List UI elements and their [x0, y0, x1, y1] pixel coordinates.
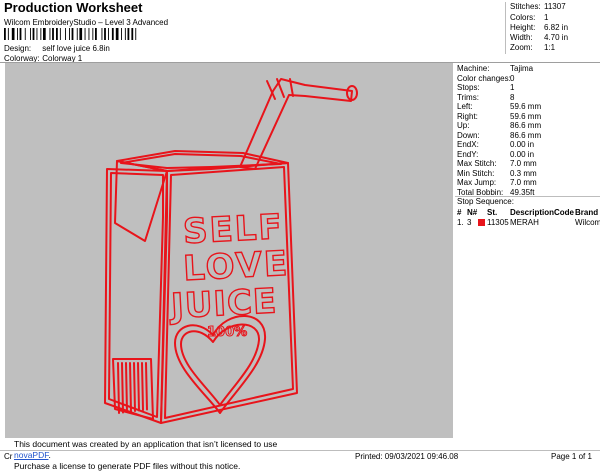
barcode-bar: [95, 28, 97, 40]
design-field: Design: self love juice 6.8in: [4, 44, 110, 53]
page-title: Production Worksheet: [4, 0, 143, 15]
barcode-bar: [124, 28, 126, 40]
stats-row: Colors: 1: [510, 13, 549, 22]
barcode-bar: [71, 28, 74, 40]
barcode-bar: [59, 28, 61, 40]
machine-info-row: EndY: 0.00 in: [457, 149, 535, 159]
barcode-bar: [30, 28, 31, 40]
side-barcode-line: [145, 362, 148, 411]
barcode-bar: [131, 28, 134, 40]
barcode-bar: [32, 28, 35, 40]
thread-color-swatch: [478, 219, 485, 226]
art-text-percent: 100%: [207, 325, 247, 340]
page-number: Page 1 of 1: [551, 452, 592, 461]
machine-info-row: Stops: 1: [457, 83, 515, 92]
side-barcode-line: [141, 362, 144, 411]
stats-row: Zoom: 1:1: [510, 43, 556, 52]
design-value: self love juice 6.8in: [42, 44, 110, 53]
barcode-bar: [65, 28, 66, 40]
side-barcode-line: [121, 362, 124, 414]
machine-info-row: Trims: 8: [457, 92, 515, 102]
design-preview: SELF LOVE JUICE 100%: [5, 63, 453, 438]
novapdf-link[interactable]: novaPDF: [14, 450, 49, 460]
footer-divider: [0, 450, 600, 451]
machine-info-row: Min Stitch: 0.3 mm: [457, 168, 537, 178]
barcode-bar: [121, 28, 122, 40]
barcode-bar: [24, 28, 26, 40]
stats-row: Width: 4.70 in: [510, 33, 569, 42]
barcode-bar: [56, 28, 58, 40]
barcode-bar: [19, 28, 22, 40]
barcode-bar: [76, 28, 78, 40]
barcode-bar: [43, 28, 46, 40]
juice-box-artwork: SELF LOVE JUICE 100%: [104, 78, 358, 424]
barcode-bar: [127, 28, 130, 40]
barcode-bar: [7, 28, 9, 40]
machine-info-row: EndX: 0.00 in: [457, 140, 535, 149]
barcode-bar: [108, 28, 109, 40]
barcode-bar: [69, 28, 70, 40]
machine-info-row: Up: 86.6 mm: [457, 121, 542, 130]
barcode-bar: [101, 28, 103, 40]
machine-info-panel: Machine: Tajima Color changes: 0 Stops: 1 Trim…: [455, 63, 600, 438]
barcode-bar: [4, 28, 6, 40]
barcode-bar: [11, 28, 15, 40]
table-row: 1. 3 11305 MERAH Wilcom: [457, 218, 600, 227]
barcode: [4, 28, 137, 40]
machine-info-row: Left: 59.6 mm: [457, 102, 542, 111]
machine-info-row: Max Jump: 7.0 mm: [457, 178, 537, 187]
side-barcode-line: [129, 362, 132, 413]
design-label: Design:: [4, 44, 32, 53]
barcode-bar: [135, 28, 137, 40]
side-barcode-line: [133, 362, 136, 412]
printed-timestamp: Printed: 09/03/2021 09:46.08: [355, 452, 459, 461]
design-stats: Stitches: 11307 Colors: 1 Height: 6.82 in W…: [505, 2, 599, 54]
barcode-bar: [111, 28, 114, 40]
machine-info-row: Machine: Tajima: [457, 64, 534, 73]
barcode-bar: [17, 28, 18, 40]
stop-sequence-title: Stop Sequence:: [455, 196, 600, 207]
barcode-bar: [49, 28, 51, 40]
barcode-bar: [79, 28, 83, 40]
barcode-bar: [92, 28, 94, 40]
barcode-bar: [104, 28, 106, 40]
license-notice: This document was created by an applicat…: [10, 438, 306, 471]
barcode-bar: [52, 28, 54, 40]
side-barcode-line: [137, 362, 140, 412]
barcode-bar: [88, 28, 90, 40]
software-name: Wilcom EmbroideryStudio – Level 3 Advanc…: [4, 18, 169, 27]
straw-joint: [276, 78, 285, 98]
stats-row: Height: 6.82 in: [510, 23, 569, 32]
side-barcode-line: [125, 362, 128, 413]
stats-row: Stitches: 11307: [510, 2, 566, 11]
side-barcode-line: [117, 362, 120, 414]
machine-info-row: Right: 59.6 mm: [457, 111, 542, 121]
barcode-bar: [36, 28, 38, 40]
machine-info-row: Color changes: 0: [457, 73, 515, 83]
footer-left-text: Cr: [4, 452, 13, 461]
art-text-juice: JUICE: [168, 281, 278, 327]
barcode-bar: [115, 28, 119, 40]
machine-info-row: Down: 86.6 mm: [457, 130, 542, 140]
barcode-bar: [84, 28, 86, 40]
machine-info-row: Max Stitch: 7.0 mm: [457, 159, 537, 168]
stop-sequence-header: # N# St. Description Code Brand: [457, 208, 599, 217]
barcode-bar: [40, 28, 42, 40]
